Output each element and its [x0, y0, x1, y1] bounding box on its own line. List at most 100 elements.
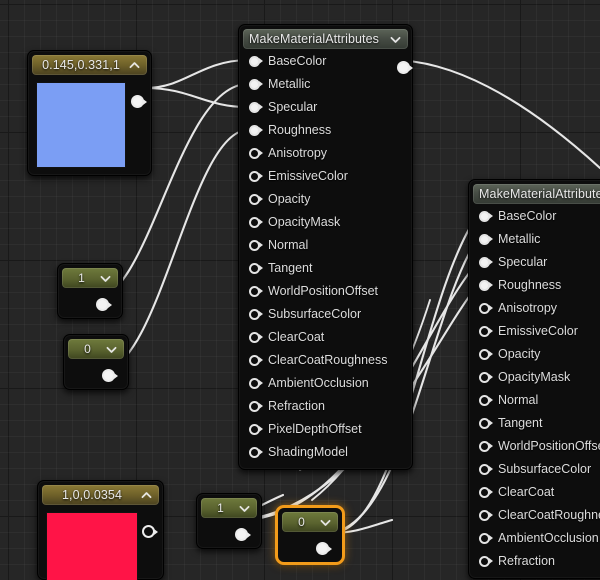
input-pin-ambientocclusion[interactable] — [479, 532, 493, 544]
chevron-up-icon[interactable] — [128, 59, 141, 72]
input-pin-row[interactable]: Tangent — [473, 411, 600, 434]
input-pin-refraction[interactable] — [479, 555, 493, 567]
input-pin-roughness[interactable] — [249, 124, 263, 136]
input-pin-emissivecolor[interactable] — [479, 325, 493, 337]
output-pin-color[interactable] — [142, 525, 158, 538]
node-header[interactable]: 1,0,0.0354 — [42, 485, 159, 505]
input-pin-row[interactable]: OpacityMask — [243, 210, 408, 233]
graph-canvas[interactable]: MakeMaterialAttributes BaseColor Metallic… — [0, 0, 600, 580]
input-pin-worldpositionoffset[interactable] — [479, 440, 493, 452]
input-pin-row[interactable]: Anisotropy — [243, 141, 408, 164]
input-pin-tangent[interactable] — [249, 262, 263, 274]
output-pin-scalar[interactable] — [102, 369, 118, 382]
input-pin-emissivecolor[interactable] — [249, 170, 263, 182]
input-pin-row[interactable]: Metallic — [243, 72, 408, 95]
input-pin-row[interactable]: Roughness — [243, 118, 408, 141]
node-header[interactable]: 1 — [62, 268, 118, 288]
input-pin-row[interactable]: Metallic — [473, 227, 600, 250]
input-pin-opacity[interactable] — [249, 193, 263, 205]
input-pin-row[interactable]: ShadingModel — [243, 440, 408, 463]
input-pin-row[interactable]: ClearCoatRoughness — [243, 348, 408, 371]
node-header[interactable]: 0 — [68, 339, 124, 359]
input-pin-worldpositionoffset[interactable] — [249, 285, 263, 297]
input-pin-row[interactable]: Refraction — [243, 394, 408, 417]
input-pin-roughness[interactable] — [479, 279, 493, 291]
input-pin-opacitymask[interactable] — [249, 216, 263, 228]
input-pin-row[interactable]: WorldPositionOffset — [473, 434, 600, 457]
output-pin-color[interactable] — [131, 95, 147, 108]
input-pin-refraction[interactable] — [249, 400, 263, 412]
output-pin-scalar[interactable] — [316, 542, 332, 555]
chevron-up-icon[interactable] — [140, 489, 153, 502]
chevron-down-icon[interactable] — [319, 516, 332, 529]
output-pin-scalar[interactable] — [235, 528, 251, 541]
input-pin-row[interactable]: Refraction — [473, 549, 600, 572]
input-pin-row[interactable]: Specular — [243, 95, 408, 118]
color-swatch-blue[interactable] — [36, 82, 126, 168]
input-pin-basecolor[interactable] — [249, 55, 263, 67]
input-pin-row[interactable]: EmissiveColor — [473, 319, 600, 342]
input-pin-row[interactable]: Opacity — [243, 187, 408, 210]
input-pin-row[interactable]: Opacity — [473, 342, 600, 365]
input-pin-opacity[interactable] — [479, 348, 493, 360]
input-pin-row[interactable]: BaseColor — [243, 49, 408, 72]
input-pin-metallic[interactable] — [479, 233, 493, 245]
input-pin-row[interactable]: Normal — [473, 388, 600, 411]
input-pin-row[interactable]: OpacityMask — [473, 365, 600, 388]
chevron-down-icon[interactable] — [238, 502, 251, 515]
input-pin-anisotropy[interactable] — [479, 302, 493, 314]
input-pin-row[interactable]: SubsurfaceColor — [243, 302, 408, 325]
input-pin-clearcoat[interactable] — [479, 486, 493, 498]
input-pin-row[interactable]: BaseColor — [473, 204, 600, 227]
node-scalar-zero-b-selected[interactable]: 0 — [277, 507, 343, 563]
node-constant-vector-red[interactable]: 1,0,0.0354 — [37, 480, 164, 580]
chevron-down-icon[interactable] — [389, 33, 402, 46]
input-pin-row[interactable]: AmbientOcclusion — [473, 526, 600, 549]
chevron-down-icon[interactable] — [105, 343, 118, 356]
input-pin-subsurfacecolor[interactable] — [249, 308, 263, 320]
input-pin-row[interactable]: SubsurfaceColor — [473, 457, 600, 480]
input-pin-row[interactable]: Normal — [243, 233, 408, 256]
node-header[interactable]: 0.145,0.331,1 — [32, 55, 147, 75]
input-pin-specular[interactable] — [479, 256, 493, 268]
input-pin-opacitymask[interactable] — [479, 371, 493, 383]
input-pin-row[interactable]: Specular — [473, 250, 600, 273]
input-pin-tangent[interactable] — [479, 417, 493, 429]
input-pin-row[interactable]: ClearCoat — [243, 325, 408, 348]
input-pin-clearcoatroughness[interactable] — [479, 509, 493, 521]
input-pin-shadingmodel[interactable] — [249, 446, 263, 458]
input-pin-row[interactable]: Anisotropy — [473, 296, 600, 319]
output-pin-scalar[interactable] — [96, 298, 112, 311]
node-scalar-one-b[interactable]: 1 — [196, 493, 262, 549]
node-header[interactable]: 0 — [282, 512, 338, 532]
input-pin-row[interactable]: WorldPositionOffset — [243, 279, 408, 302]
input-pin-row[interactable]: ClearCoat — [473, 480, 600, 503]
input-pin-row[interactable]: ClearCoatRoughness — [473, 503, 600, 526]
input-pin-normal[interactable] — [479, 394, 493, 406]
input-pin-subsurfacecolor[interactable] — [479, 463, 493, 475]
input-pin-clearcoat[interactable] — [249, 331, 263, 343]
node-header[interactable]: MakeMaterialAttributes — [243, 29, 408, 49]
color-swatch-red[interactable] — [46, 512, 138, 580]
input-pin-basecolor[interactable] — [479, 210, 493, 222]
input-pin-ambientocclusion[interactable] — [249, 377, 263, 389]
input-pin-metallic[interactable] — [249, 78, 263, 90]
input-pin-anisotropy[interactable] — [249, 147, 263, 159]
node-scalar-one-a[interactable]: 1 — [57, 263, 123, 319]
input-pin-specular[interactable] — [249, 101, 263, 113]
node-scalar-zero-a[interactable]: 0 — [63, 334, 129, 390]
node-make-material-attributes-2[interactable]: MakeMaterialAttributes BaseColor Metallic… — [468, 179, 600, 579]
input-pin-row[interactable]: PixelDepthOffset — [243, 417, 408, 440]
node-constant-vector-blue[interactable]: 0.145,0.331,1 — [27, 50, 152, 176]
input-pin-row[interactable]: EmissiveColor — [243, 164, 408, 187]
input-pin-row[interactable]: Roughness — [473, 273, 600, 296]
input-pin-normal[interactable] — [249, 239, 263, 251]
input-pin-row[interactable]: Tangent — [243, 256, 408, 279]
input-pin-row[interactable]: AmbientOcclusion — [243, 371, 408, 394]
node-make-material-attributes-1[interactable]: MakeMaterialAttributes BaseColor Metallic… — [238, 24, 413, 470]
input-pin-pixeldepthoffset[interactable] — [249, 423, 263, 435]
node-header[interactable]: 1 — [201, 498, 257, 518]
input-pin-clearcoatroughness[interactable] — [249, 354, 263, 366]
node-header[interactable]: MakeMaterialAttributes — [473, 184, 600, 204]
chevron-down-icon[interactable] — [99, 272, 112, 285]
